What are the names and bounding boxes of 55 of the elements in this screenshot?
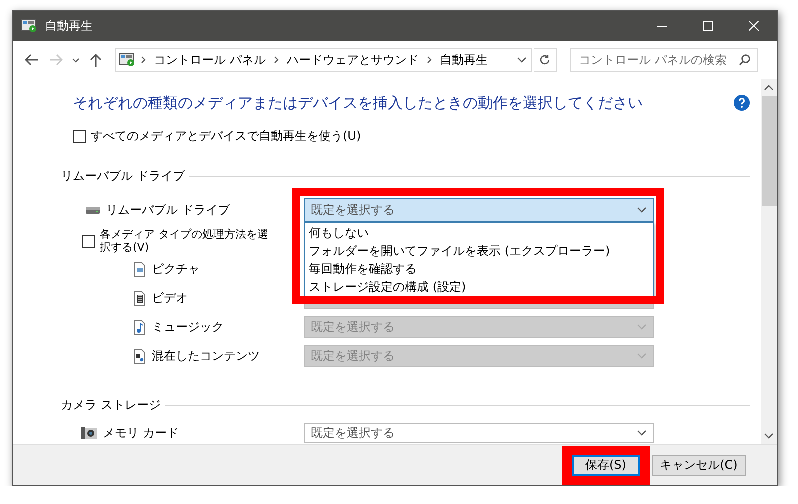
window-title: 自動再生 [45, 18, 93, 34]
breadcrumb[interactable]: 自動再生 [436, 52, 492, 68]
dropdown-option[interactable]: 毎回動作を確認する [305, 260, 653, 278]
video-file-icon [134, 290, 146, 306]
media-label: 混在したコンテンツ [152, 348, 260, 364]
per-media-checkbox[interactable]: 各メディア タイプの処理方法を選択する(V) [82, 228, 274, 254]
address-field[interactable]: コントロール パネル ハードウェアとサウンド 自動再生 [115, 48, 532, 72]
refresh-icon [539, 54, 551, 66]
action-dropdown[interactable]: 既定を選択する [304, 423, 654, 443]
section-title: カメラ ストレージ [61, 396, 161, 414]
action-dropdown[interactable]: 既定を選択する [304, 198, 654, 222]
search-icon [739, 54, 751, 66]
maximize-icon [703, 21, 713, 31]
camera-icon [81, 427, 97, 439]
scrollbar[interactable] [761, 79, 777, 444]
dropdown-option[interactable]: ストレージ設定の構成 (設定) [305, 278, 653, 296]
help-icon[interactable] [734, 95, 750, 111]
media-label: ビデオ [152, 290, 188, 306]
scrollbar-thumb[interactable] [762, 96, 776, 206]
chevron-right-icon [274, 56, 279, 64]
cancel-button[interactable]: キャンセル(C) [652, 454, 746, 476]
search-field[interactable]: コントロール パネルの検索 [570, 48, 758, 72]
breadcrumb[interactable]: コントロール パネル [150, 52, 270, 68]
media-label: ピクチャ [152, 260, 200, 278]
autoplay-icon [21, 19, 37, 33]
address-dropdown-icon [517, 57, 527, 63]
picture-file-icon [134, 262, 146, 276]
save-button[interactable]: 保存(S) [572, 454, 640, 476]
forward-arrow-icon [49, 54, 63, 66]
chevron-right-icon [426, 56, 432, 64]
chevron-down-icon [637, 430, 647, 436]
up-arrow-icon [90, 53, 102, 67]
page-heading: それぞれの種類のメディアまたはデバイスを挿入したときの動作を選択してください [73, 94, 643, 112]
scroll-up-icon [764, 84, 774, 90]
device-label: リムーバブル ドライブ [106, 202, 230, 218]
control-panel-icon [119, 53, 135, 67]
dropdown-option[interactable]: 何もしない [305, 224, 653, 242]
mixed-file-icon [134, 348, 146, 364]
music-file-icon [134, 320, 146, 334]
caret-icon [72, 58, 80, 62]
media-label: ミュージック [152, 318, 224, 336]
drive-icon [86, 206, 100, 214]
scroll-down-icon [764, 432, 774, 438]
autoplay-checkbox[interactable]: すべてのメディアとデバイスで自動再生を使う(U) [73, 127, 750, 145]
section-title: リムーバブル ドライブ [61, 168, 185, 184]
device-label: メモリ カード [103, 424, 179, 442]
chevron-down-icon [637, 324, 647, 330]
chevron-down-icon [637, 353, 647, 359]
close-icon [749, 21, 759, 31]
refresh-button[interactable] [534, 48, 557, 72]
dropdown-option[interactable]: フォルダーを開いてファイルを表示 (エクスプローラー) [305, 242, 653, 260]
chevron-right-icon [141, 56, 146, 64]
breadcrumb[interactable]: ハードウェアとサウンド [282, 52, 423, 68]
chevron-down-icon [637, 207, 647, 213]
back-arrow-icon [25, 54, 39, 66]
